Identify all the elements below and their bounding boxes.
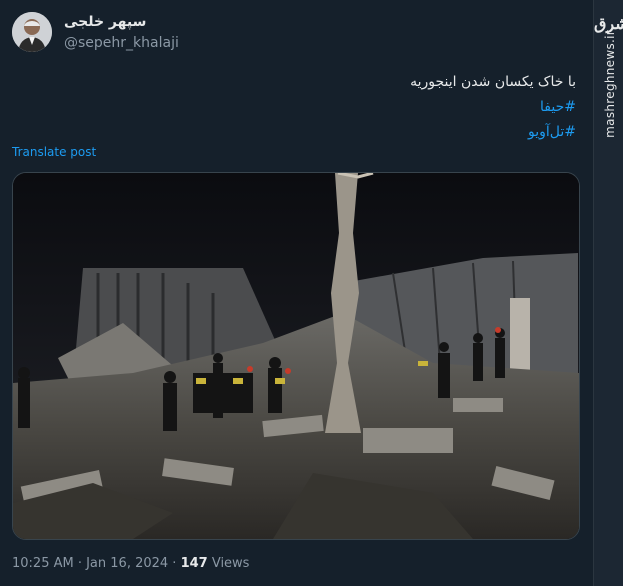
tweet-text: با خاک یکسان شدن اینجوریه #حیفا #تل‌آویو — [176, 70, 576, 145]
tweet-media-photo[interactable] — [12, 172, 580, 540]
post-timestamp[interactable]: 10:25 AM · Jan 16, 2024 · — [12, 556, 181, 571]
views-label: Views — [207, 556, 250, 571]
watermark-strip: مشرق mashreghnews.ir — [593, 0, 623, 586]
author-display-name[interactable]: سپهر خلجی — [64, 14, 146, 30]
watermark-url: mashreghnews.ir — [603, 30, 617, 138]
hashtag-link-tel-aviv[interactable]: #تل‌آویو — [176, 120, 576, 145]
tweet-text-line: با خاک یکسان شدن اینجوریه — [410, 74, 576, 90]
views-count: 147 — [180, 556, 208, 571]
hashtag-link-haifa[interactable]: #حیفا — [176, 95, 576, 120]
tweet-card: سپهر خلجی @sepehr_khalaji با خاک یکسان ش… — [0, 0, 594, 586]
avatar[interactable] — [12, 12, 52, 52]
tweet-metadata: 10:25 AM · Jan 16, 2024 · 147 Views — [12, 556, 249, 571]
author-handle[interactable]: @sepehr_khalaji — [64, 35, 179, 51]
translate-post-link[interactable]: Translate post — [12, 145, 96, 159]
